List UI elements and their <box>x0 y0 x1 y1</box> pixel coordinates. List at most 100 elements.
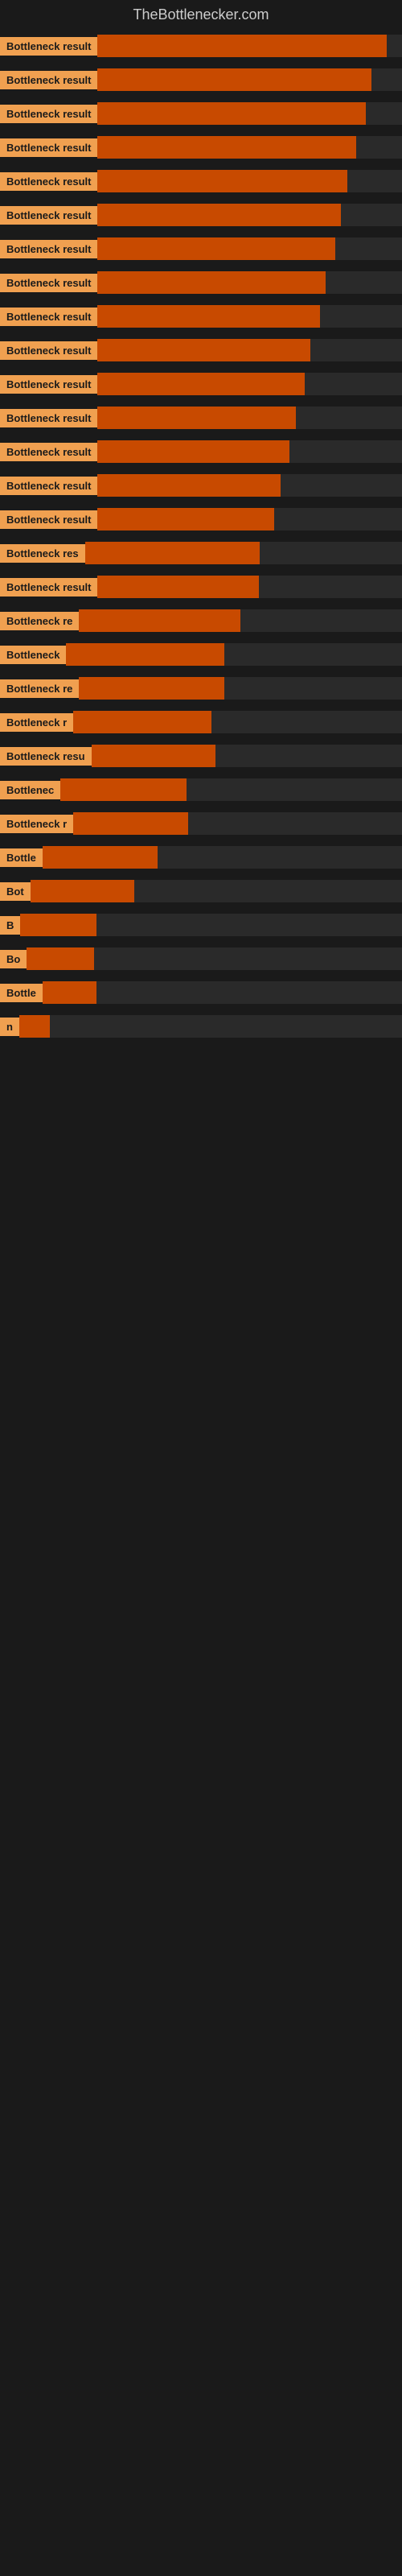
bar-row: Bottleneck result <box>0 334 402 368</box>
bottleneck-label: Bottleneck re <box>0 612 79 630</box>
bar-fill <box>73 812 188 835</box>
bar-fill <box>97 35 387 57</box>
bar-fill <box>97 170 347 192</box>
bottleneck-label: Bottleneck result <box>0 477 97 495</box>
bar-track <box>73 812 402 835</box>
bar-row: Bottleneck result <box>0 97 402 131</box>
bar-track <box>97 339 402 361</box>
bar-fill <box>79 677 224 700</box>
bar-fill <box>31 880 134 902</box>
bar-row: Bottleneck r <box>0 706 402 740</box>
bottleneck-label: Bottleneck result <box>0 172 97 191</box>
bar-row: Bottleneck res <box>0 537 402 571</box>
bottleneck-bar: Bottleneck result <box>0 373 402 395</box>
bar-track <box>19 1015 402 1038</box>
bottleneck-bar: Bottleneck result <box>0 305 402 328</box>
bottleneck-label: Bottle <box>0 984 43 1002</box>
bottleneck-label: Bottleneck result <box>0 375 97 394</box>
bar-fill <box>85 542 260 564</box>
bar-track <box>97 136 402 159</box>
bottleneck-bar: Bottleneck result <box>0 170 402 192</box>
bottleneck-label: Bottleneck result <box>0 341 97 360</box>
bar-track <box>97 474 402 497</box>
bottleneck-bar: Bottleneck res <box>0 542 402 564</box>
bottleneck-bar: Bottleneck re <box>0 677 402 700</box>
bottleneck-bar: Bottleneck result <box>0 204 402 226</box>
bar-track <box>92 745 402 767</box>
bar-row: Bottleneck result <box>0 165 402 199</box>
bottleneck-bar: Bottleneck result <box>0 508 402 530</box>
bottleneck-bar: Bottleneck result <box>0 440 402 463</box>
bar-track <box>97 440 402 463</box>
bar-fill <box>73 711 211 733</box>
bar-track <box>97 102 402 125</box>
bottleneck-label: Bottleneck result <box>0 71 97 89</box>
bottleneck-bar: B <box>0 914 402 936</box>
bottleneck-label: Bot <box>0 882 31 901</box>
bottleneck-label: Bottleneck result <box>0 578 97 597</box>
bottleneck-bar: Bottle <box>0 981 402 1004</box>
bar-fill <box>43 981 96 1004</box>
bar-fill <box>97 271 326 294</box>
bar-fill <box>97 440 289 463</box>
bar-track <box>43 981 402 1004</box>
bottleneck-label: Bottleneck result <box>0 240 97 258</box>
bar-track <box>97 204 402 226</box>
bottleneck-label: Bottleneck result <box>0 443 97 461</box>
bar-row: Bottleneck result <box>0 300 402 334</box>
bar-fill <box>92 745 216 767</box>
bar-row: Bottlenec <box>0 774 402 807</box>
bar-row: B <box>0 909 402 943</box>
bar-track <box>60 778 402 801</box>
bottleneck-bar: Bottleneck result <box>0 68 402 91</box>
bar-track <box>97 576 402 598</box>
bottleneck-label: Bottleneck result <box>0 308 97 326</box>
bar-fill <box>97 508 274 530</box>
bottleneck-bar: Bottleneck result <box>0 237 402 260</box>
bar-fill <box>19 1015 50 1038</box>
bar-fill <box>97 339 310 361</box>
bar-row: Bottleneck result <box>0 199 402 233</box>
bottleneck-bar: Bottleneck <box>0 643 402 666</box>
bar-track <box>79 677 402 700</box>
bottleneck-label: Bottleneck <box>0 646 66 664</box>
bottleneck-label: Bottleneck result <box>0 409 97 427</box>
bar-fill <box>97 576 259 598</box>
bar-fill <box>20 914 96 936</box>
bar-fill <box>97 237 334 260</box>
bar-row: Bottleneck result <box>0 368 402 402</box>
bottleneck-bar: Bottleneck r <box>0 711 402 733</box>
bar-fill <box>97 68 371 91</box>
bar-fill <box>97 305 319 328</box>
bar-track <box>97 508 402 530</box>
bar-track <box>31 880 402 902</box>
bottleneck-bar: n <box>0 1015 402 1038</box>
bar-track <box>43 846 402 869</box>
bar-row: Bottleneck result <box>0 30 402 64</box>
bar-row: Bottleneck result <box>0 266 402 300</box>
bar-fill <box>97 407 295 429</box>
bar-row: Bottleneck re <box>0 605 402 638</box>
bottleneck-bar: Bot <box>0 880 402 902</box>
bottleneck-label: Bottleneck result <box>0 138 97 157</box>
site-header: TheBottlenecker.com <box>0 0 402 30</box>
bottleneck-label: Bottleneck result <box>0 510 97 529</box>
bottleneck-bar: Bottleneck result <box>0 407 402 429</box>
bar-fill <box>43 846 158 869</box>
bottleneck-bar: Bottleneck r <box>0 812 402 835</box>
bar-row: Bottleneck result <box>0 402 402 436</box>
bar-track <box>97 237 402 260</box>
bottleneck-bar: Bottleneck re <box>0 609 402 632</box>
bar-fill <box>79 609 240 632</box>
bottleneck-bar: Bottleneck resu <box>0 745 402 767</box>
bottleneck-label: B <box>0 916 20 935</box>
bottleneck-label: Bottleneck result <box>0 105 97 123</box>
bar-track <box>66 643 402 666</box>
bottleneck-label: Bottleneck res <box>0 544 85 563</box>
bar-track <box>97 35 402 57</box>
bar-track <box>97 407 402 429</box>
bottleneck-label: Bottlenec <box>0 781 60 799</box>
bar-track <box>73 711 402 733</box>
bar-track <box>97 373 402 395</box>
bar-track <box>97 305 402 328</box>
